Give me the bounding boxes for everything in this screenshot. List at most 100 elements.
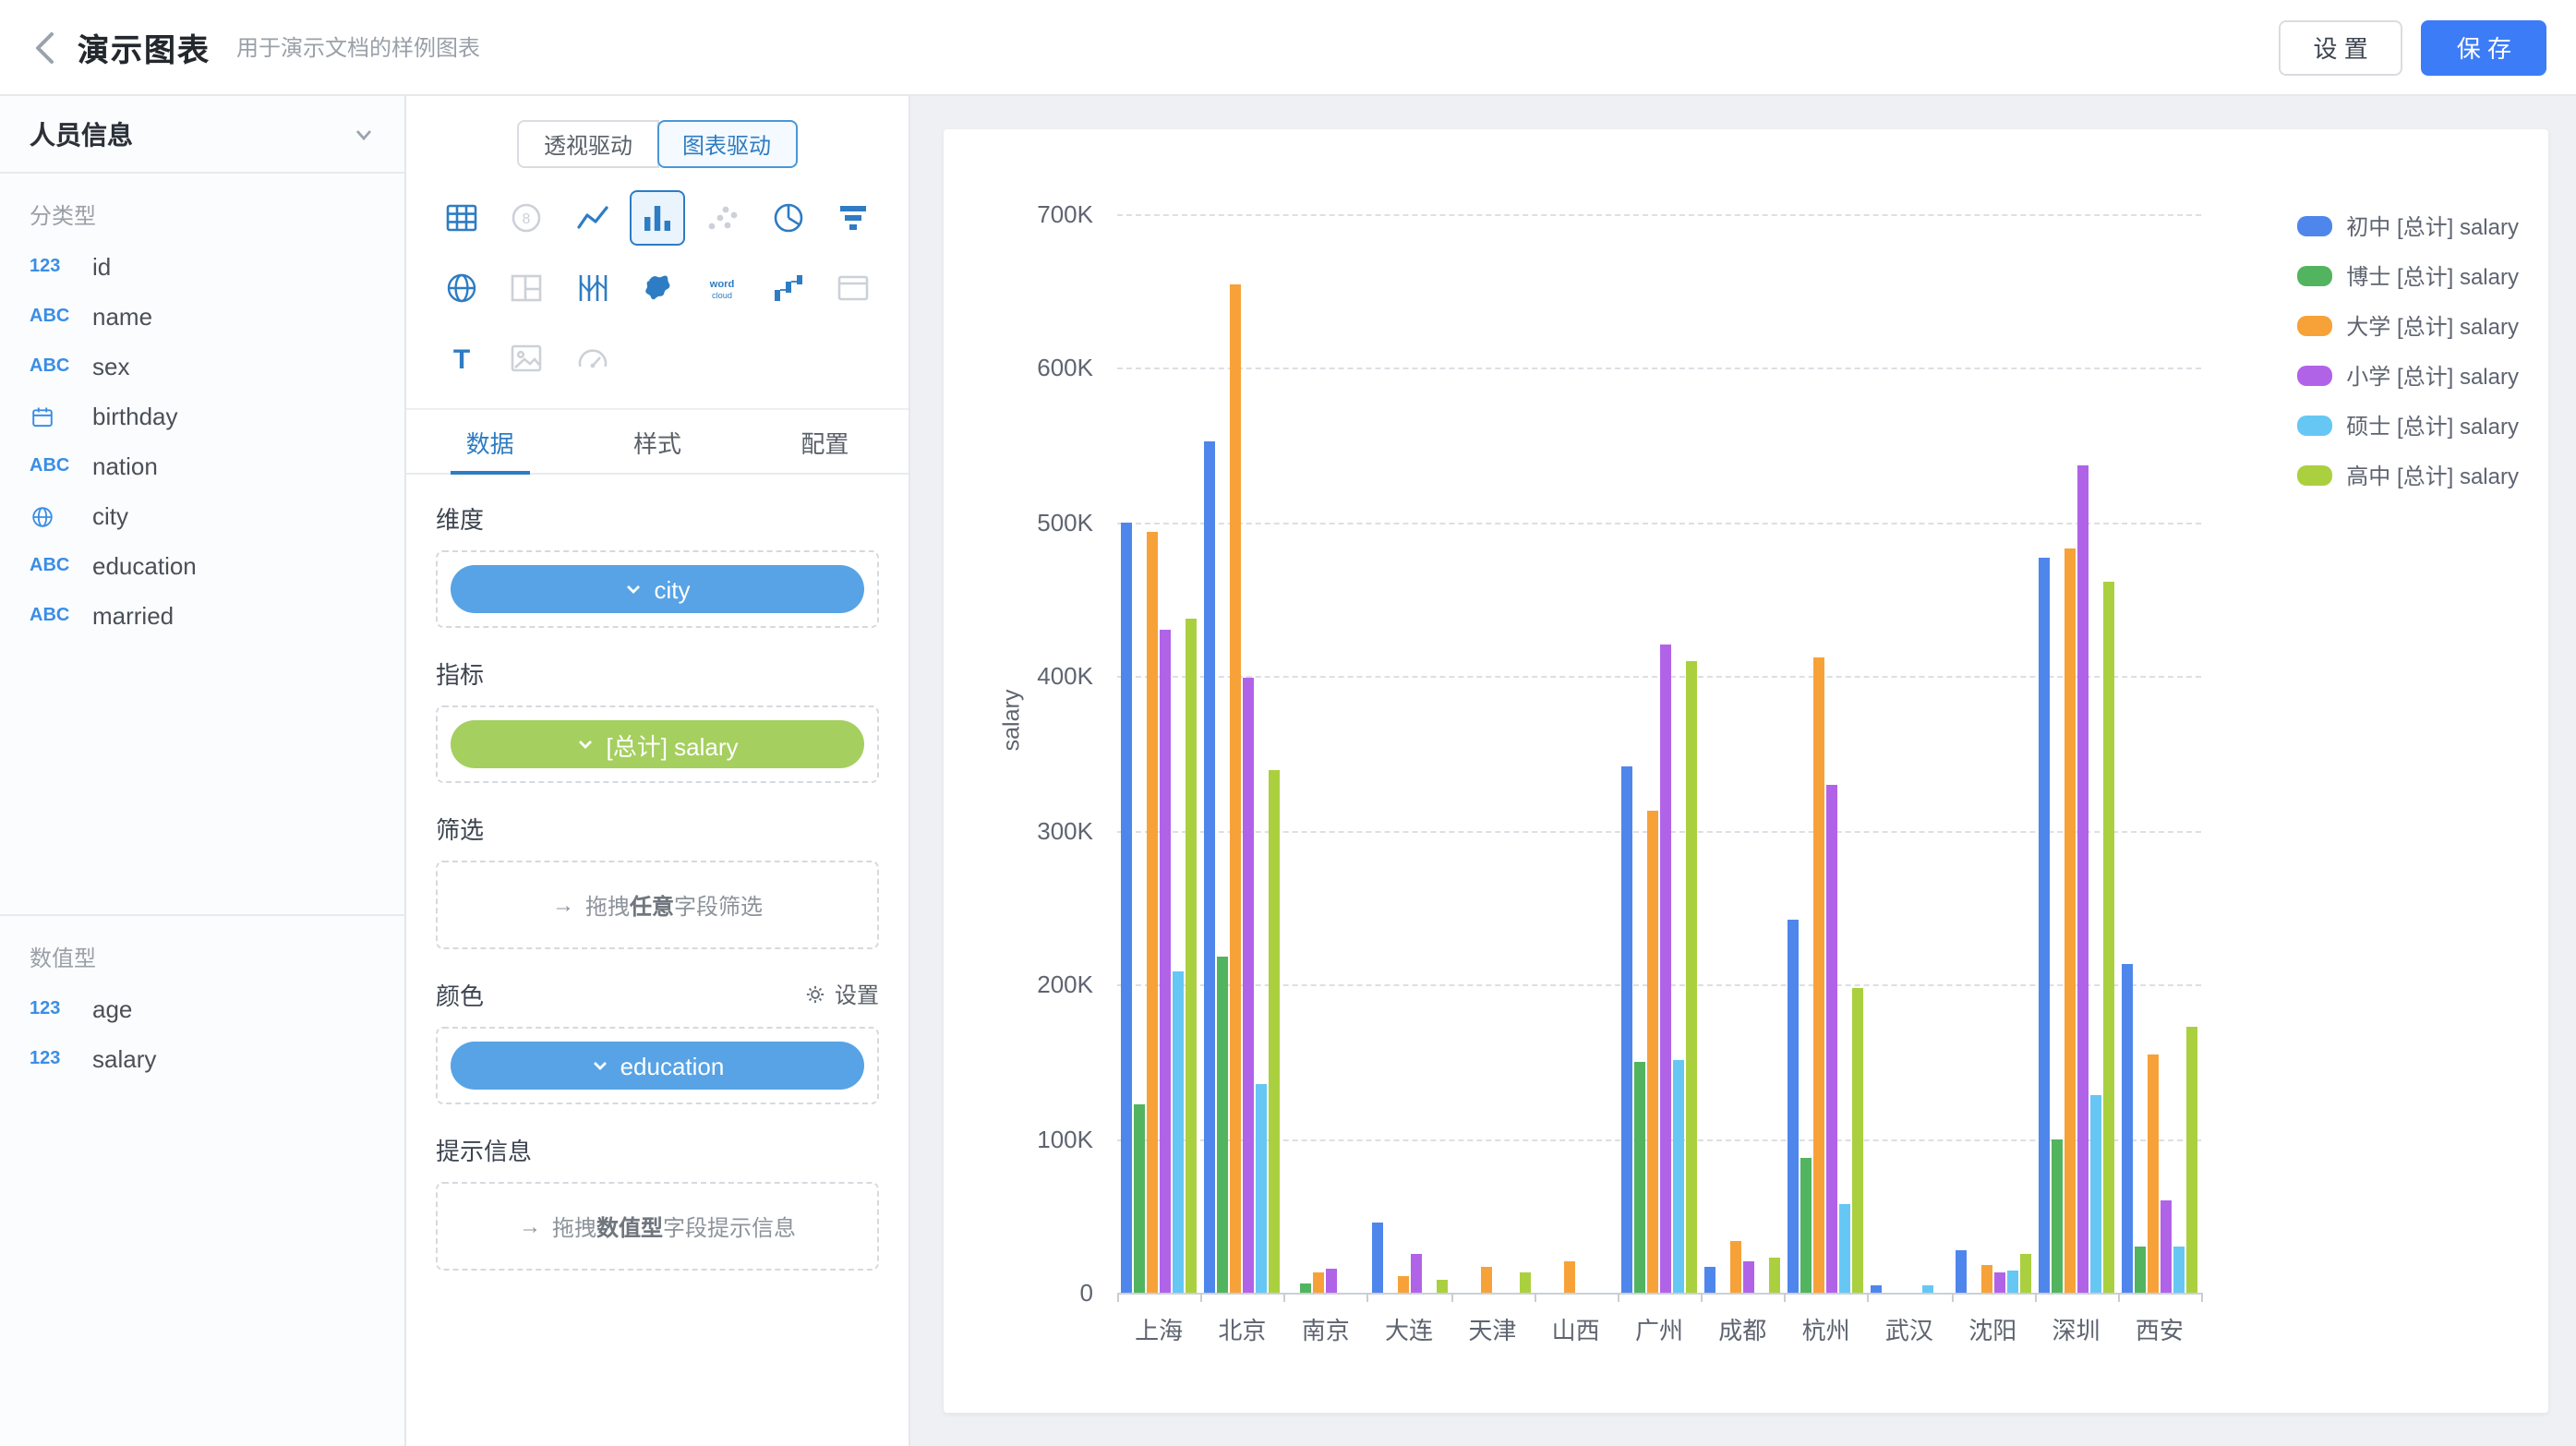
bar[interactable] [2019, 1254, 2030, 1293]
bar[interactable] [1301, 1283, 1312, 1293]
legend-item[interactable]: 初中 [总计] salary [2296, 211, 2519, 242]
bar[interactable] [2090, 1095, 2101, 1293]
bar[interactable] [1314, 1272, 1325, 1293]
bar[interactable] [2064, 548, 2076, 1293]
bar[interactable] [1204, 440, 1215, 1293]
bar[interactable] [1121, 523, 1132, 1293]
chart-type-text-icon[interactable]: T [433, 331, 488, 386]
config-tab-config[interactable]: 配置 [741, 410, 909, 473]
bar[interactable] [1371, 1223, 1382, 1293]
color-settings-button[interactable]: 设置 [803, 979, 879, 1010]
bar[interactable] [2173, 1247, 2185, 1293]
field-item-city[interactable]: city [0, 491, 404, 541]
config-tab-data[interactable]: 数据 [406, 410, 573, 473]
field-item-sex[interactable]: ABCsex [0, 342, 404, 392]
bar[interactable] [1519, 1272, 1530, 1293]
field-item-id[interactable]: 123id [0, 242, 404, 292]
dimension-pill-city[interactable]: city [451, 565, 864, 613]
bar[interactable] [1634, 1062, 1645, 1293]
color-dropzone[interactable]: education [436, 1027, 879, 1104]
chart-type-pie-icon[interactable] [761, 190, 816, 246]
bar[interactable] [2186, 1026, 2197, 1293]
bar[interactable] [1147, 532, 1158, 1293]
dataset-selector[interactable]: 人员信息 [0, 96, 404, 174]
bar[interactable] [1327, 1268, 1338, 1293]
legend-item[interactable]: 小学 [总计] salary [2296, 360, 2519, 392]
bar[interactable] [1769, 1258, 1780, 1293]
bar[interactable] [1217, 957, 1228, 1293]
bar[interactable] [1436, 1281, 1447, 1293]
metric-dropzone[interactable]: [总计] salary [436, 705, 879, 783]
bar[interactable] [1621, 765, 1632, 1293]
field-item-age[interactable]: 123age [0, 984, 404, 1034]
config-tab-style[interactable]: 样式 [573, 410, 740, 473]
chart-type-table-icon[interactable] [433, 190, 488, 246]
bar[interactable] [2006, 1270, 2017, 1293]
chart-type-map-icon[interactable] [630, 260, 685, 316]
bar[interactable] [1480, 1267, 1491, 1293]
bar[interactable] [1673, 1060, 1684, 1293]
dimension-dropzone[interactable]: city [436, 550, 879, 628]
bar[interactable] [2161, 1200, 2172, 1293]
bar[interactable] [1243, 678, 1254, 1293]
bar[interactable] [1686, 661, 1697, 1293]
field-item-birthday[interactable]: birthday [0, 392, 404, 441]
bar[interactable] [1955, 1251, 1966, 1293]
bar[interactable] [1660, 645, 1671, 1293]
bar[interactable] [1397, 1276, 1408, 1293]
settings-button[interactable]: 设 置 [2279, 19, 2403, 75]
bar[interactable] [1840, 1205, 1851, 1293]
drive-mode-tab-pivot[interactable]: 透视驱动 [518, 120, 658, 168]
bar[interactable] [2077, 465, 2088, 1293]
save-button[interactable]: 保 存 [2422, 19, 2546, 75]
tooltip-dropzone[interactable]: → 拖拽数值型字段提示信息 [436, 1182, 879, 1271]
field-item-salary[interactable]: 123salary [0, 1034, 404, 1084]
bar[interactable] [1923, 1285, 1934, 1293]
bar[interactable] [1980, 1265, 1992, 1293]
chart-type-line-icon[interactable] [564, 190, 620, 246]
bar[interactable] [1269, 770, 1280, 1293]
back-button[interactable] [33, 29, 55, 66]
bar[interactable] [1230, 285, 1241, 1293]
bar[interactable] [1743, 1262, 1754, 1293]
bar[interactable] [1256, 1083, 1267, 1293]
bar[interactable] [1704, 1267, 1715, 1293]
bar[interactable] [1788, 920, 1800, 1293]
chart-type-radar-icon[interactable] [433, 260, 488, 316]
legend-item[interactable]: 硕士 [总计] salary [2296, 410, 2519, 441]
bar[interactable] [1564, 1262, 1575, 1293]
bar[interactable] [1801, 1157, 1812, 1293]
bar[interactable] [1993, 1272, 2004, 1293]
bar[interactable] [2039, 558, 2050, 1293]
chart-type-funnel-icon[interactable] [826, 190, 882, 246]
bar[interactable] [1160, 631, 1171, 1293]
bar[interactable] [1730, 1240, 1741, 1293]
legend-item[interactable]: 高中 [总计] salary [2296, 460, 2519, 491]
chart-type-waterfall-icon[interactable] [761, 260, 816, 316]
bar[interactable] [1872, 1285, 1883, 1293]
color-pill-education[interactable]: education [451, 1042, 864, 1090]
bar[interactable] [1814, 658, 1825, 1293]
bar[interactable] [1410, 1254, 1421, 1293]
bar[interactable] [1647, 811, 1658, 1293]
drive-mode-tab-chart[interactable]: 图表驱动 [656, 120, 797, 168]
legend-item[interactable]: 博士 [总计] salary [2296, 260, 2519, 292]
bar[interactable] [1186, 620, 1197, 1293]
bar[interactable] [2122, 965, 2133, 1293]
filter-dropzone[interactable]: → 拖拽任意字段筛选 [436, 861, 879, 949]
chart-type-bar-icon[interactable] [630, 190, 685, 246]
field-item-name[interactable]: ABCname [0, 292, 404, 342]
bar[interactable] [2148, 1054, 2159, 1293]
legend-item[interactable]: 大学 [总计] salary [2296, 310, 2519, 342]
field-item-married[interactable]: ABCmarried [0, 591, 404, 641]
bar[interactable] [1827, 784, 1838, 1293]
bar[interactable] [1134, 1104, 1145, 1293]
chart-type-parallel-icon[interactable] [564, 260, 620, 316]
metric-pill-salary[interactable]: [总计] salary [451, 720, 864, 768]
field-item-education[interactable]: ABCeducation [0, 541, 404, 591]
field-item-nation[interactable]: ABCnation [0, 441, 404, 491]
chart-type-word-cloud-icon[interactable]: wordcloud [695, 260, 751, 316]
bar[interactable] [1853, 988, 1864, 1293]
bar[interactable] [1173, 970, 1184, 1293]
bar[interactable] [2103, 581, 2114, 1293]
